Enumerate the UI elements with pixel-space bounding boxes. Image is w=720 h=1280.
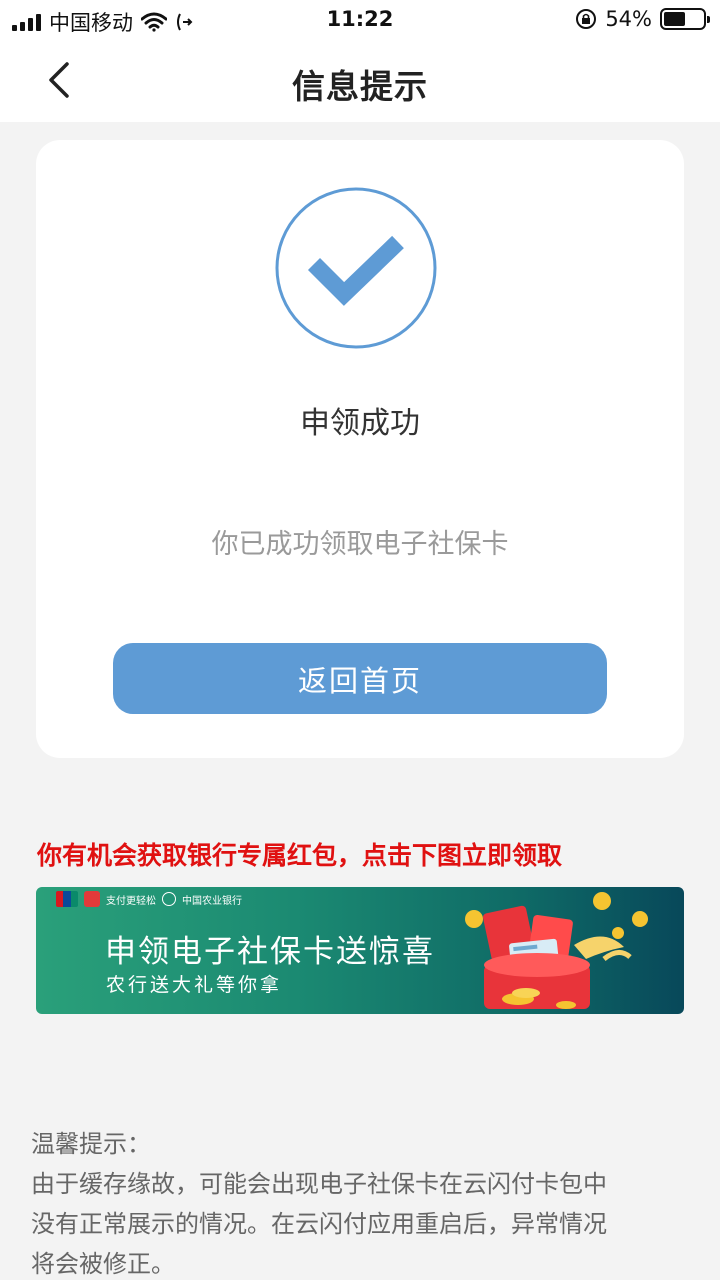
status-bar: 中国移动 11:22 54% xyxy=(0,0,720,40)
tip-line-3: 将会被修正。 xyxy=(31,1250,175,1278)
tip-section: 温馨提示： 由于缓存缘故，可能会出现电子社保卡在云闪付卡包中 没有正常展示的情况… xyxy=(31,1124,691,1280)
page-title: 信息提示 xyxy=(292,67,428,106)
nav-bar: 信息提示 xyxy=(0,40,720,122)
banner-title: 申领电子社保卡送惊喜 xyxy=(105,934,435,970)
promo-banner[interactable]: 支付更轻松 中国农业银行 申领电子社保卡送惊喜 农行送大礼等你拿 xyxy=(36,887,684,1014)
unionpay-logo-icon xyxy=(56,891,78,907)
banner-logo-text-2: 中国农业银行 xyxy=(182,895,242,907)
gift-box-icon xyxy=(465,892,648,1009)
success-description: 你已成功领取电子社保卡 xyxy=(211,529,509,560)
banner-logo-text-1: 支付更轻松 xyxy=(106,895,156,907)
return-home-button[interactable]: 返回首页 xyxy=(113,643,607,714)
orientation-lock-icon xyxy=(576,9,597,29)
banner-logos: 支付更轻松 中国农业银行 xyxy=(56,891,242,907)
checkmark-circle-icon xyxy=(275,187,437,349)
status-right: 54% xyxy=(575,7,710,31)
success-title: 申领成功 xyxy=(300,406,420,441)
battery-fill xyxy=(664,12,685,26)
banner-subtitle: 农行送大礼等你拿 xyxy=(106,974,283,996)
battery-icon xyxy=(660,8,710,30)
tip-line-2: 没有正常展示的情况。在云闪付应用重启后，异常情况 xyxy=(31,1210,607,1238)
result-card: 申领成功 你已成功领取电子社保卡 返回首页 xyxy=(36,140,684,758)
tip-heading: 温馨提示： xyxy=(31,1130,151,1158)
cloud-quickpass-logo-icon xyxy=(84,891,100,907)
promo-text: 你有机会获取银行专属红包，点击下图立即领取 xyxy=(37,841,563,870)
battery-percent: 54% xyxy=(605,7,652,31)
abc-bank-logo-icon xyxy=(162,892,176,906)
tip-line-1: 由于缓存缘故，可能会出现电子社保卡在云闪付卡包中 xyxy=(31,1170,607,1198)
